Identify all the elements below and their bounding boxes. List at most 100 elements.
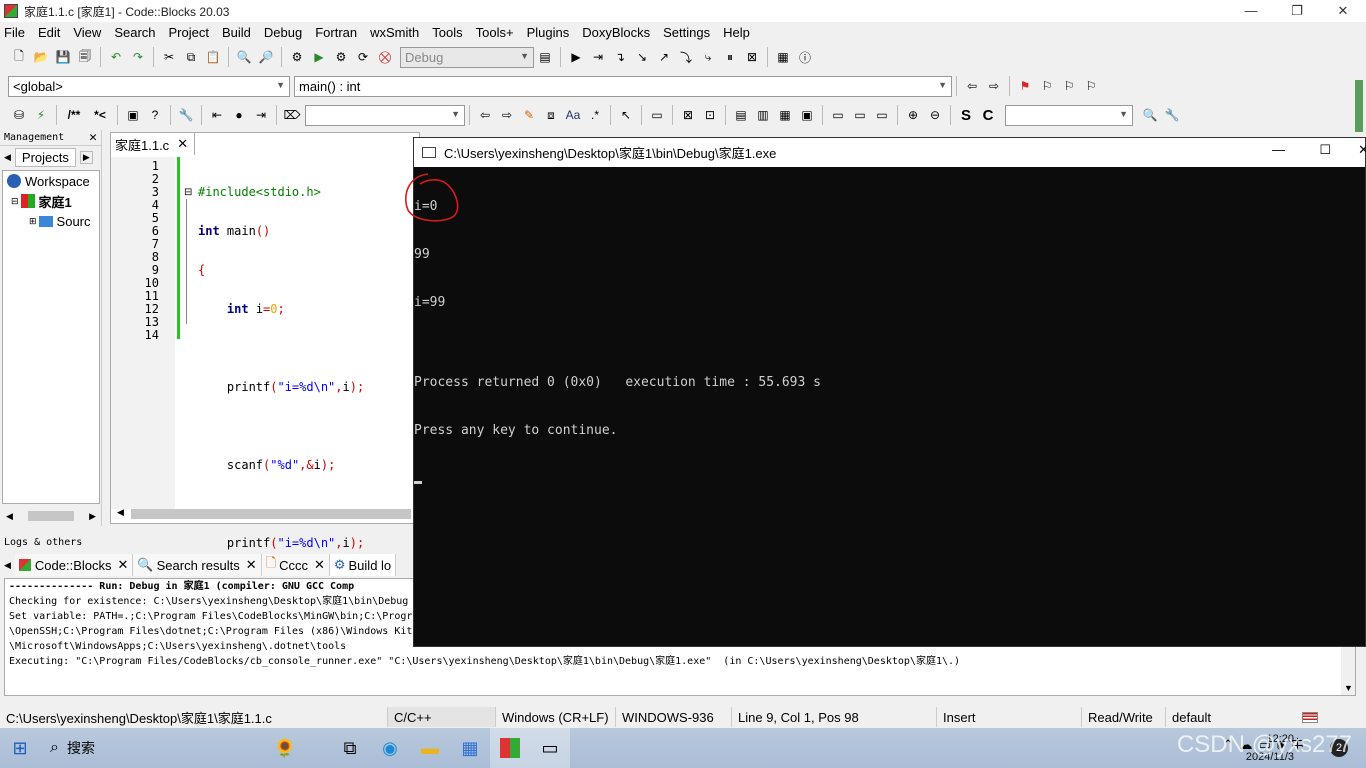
regex-icon[interactable]: .* bbox=[586, 106, 604, 124]
new-file-icon[interactable]: 🗋 bbox=[10, 48, 28, 66]
console-window[interactable]: C:\Users\yexinsheng\Desktop\家庭1\bin\Debu… bbox=[404, 137, 1366, 647]
prev-icon[interactable]: ⇤ bbox=[208, 106, 226, 124]
shape-b-icon[interactable]: ⊡ bbox=[701, 106, 719, 124]
line-comment-icon[interactable]: *< bbox=[89, 106, 111, 124]
doxywizard-icon[interactable]: ▣ bbox=[124, 106, 142, 124]
symbol-combo[interactable]: ▼ bbox=[1005, 104, 1133, 126]
prev-bookmark-icon[interactable]: ⚐ bbox=[1038, 77, 1056, 95]
close-panel-icon[interactable]: ✕ bbox=[89, 130, 97, 146]
arrow-right-icon[interactable]: ⇨ bbox=[498, 106, 516, 124]
menu-search[interactable]: Search bbox=[114, 25, 155, 40]
shape-h-icon[interactable]: ▭ bbox=[851, 106, 869, 124]
toggle-bookmark-icon[interactable]: ⚑ bbox=[1016, 77, 1034, 95]
clear-bookmarks-icon[interactable]: ⚐ bbox=[1082, 77, 1100, 95]
build-run-icon[interactable]: ⚙ bbox=[332, 48, 350, 66]
menu-file[interactable]: File bbox=[4, 25, 25, 40]
arrow-left-icon[interactable]: ⇦ bbox=[476, 106, 494, 124]
next-icon[interactable]: ⇥ bbox=[252, 106, 270, 124]
shape-i-icon[interactable]: ▭ bbox=[873, 106, 891, 124]
highlight-icon[interactable]: ✎ bbox=[520, 106, 538, 124]
tree-project[interactable]: ⊟ 家庭1 bbox=[3, 191, 99, 211]
rect-icon[interactable]: ▭ bbox=[648, 106, 666, 124]
function-select[interactable]: main() : int ▼ bbox=[294, 75, 952, 97]
scroll-thumb[interactable] bbox=[131, 509, 411, 519]
redo-icon[interactable]: ↷ bbox=[129, 48, 147, 66]
minimize-button[interactable]: — bbox=[1228, 0, 1274, 22]
run-icon[interactable]: ▶ bbox=[310, 48, 328, 66]
cut-icon[interactable]: ✂ bbox=[160, 48, 178, 66]
step-instruction-icon[interactable]: ⤷ bbox=[699, 48, 717, 66]
tree-sources[interactable]: ⊞ Sourc bbox=[3, 211, 99, 231]
undo-icon[interactable]: ↶ bbox=[107, 48, 125, 66]
doc-comment-icon[interactable]: /** bbox=[63, 106, 85, 124]
shape-e-icon[interactable]: ▦ bbox=[776, 106, 794, 124]
tab-cccc[interactable]: 🗋 Cccc ✕ bbox=[261, 554, 330, 576]
console-minimize-button[interactable]: — bbox=[1272, 142, 1285, 157]
zoom-in-icon[interactable]: ⊕ bbox=[904, 106, 922, 124]
selected-icon[interactable]: ⧈ bbox=[542, 106, 560, 124]
match-case-icon[interactable]: Aa bbox=[564, 106, 582, 124]
search-combo[interactable]: ▼ bbox=[305, 104, 465, 126]
scroll-left-icon[interactable]: ◀ bbox=[117, 507, 124, 517]
task-view-icon[interactable]: ⧉ bbox=[330, 728, 370, 768]
close-tab-icon[interactable]: ✕ bbox=[314, 557, 325, 573]
menu-debug[interactable]: Debug bbox=[264, 25, 302, 40]
scope-select[interactable]: <global> ▼ bbox=[8, 75, 290, 97]
store-icon[interactable]: ▦ bbox=[450, 728, 490, 768]
run-search-icon[interactable]: ⚡ bbox=[32, 106, 50, 124]
zoom-out-icon[interactable]: ⊖ bbox=[926, 106, 944, 124]
editor-tab[interactable]: 家庭1.1.c ✕ bbox=[111, 133, 195, 155]
next-instruction-icon[interactable]: ⤵ bbox=[677, 48, 695, 66]
close-button[interactable]: ✕ bbox=[1320, 0, 1366, 22]
target-options-icon[interactable]: ▤ bbox=[536, 48, 554, 66]
maximize-button[interactable]: ❐ bbox=[1274, 0, 1320, 22]
widgets-icon[interactable]: 🌻 bbox=[240, 728, 330, 768]
editor-hscrollbar[interactable]: ◀ bbox=[113, 507, 413, 521]
close-tab-icon[interactable]: ✕ bbox=[177, 136, 188, 152]
build-icon[interactable]: ⚙ bbox=[288, 48, 306, 66]
save-all-icon[interactable]: 🗐 bbox=[76, 48, 94, 66]
tabs-left-icon[interactable]: ◀ bbox=[0, 560, 15, 571]
tab-scroll-right-icon[interactable]: ▶ bbox=[79, 150, 93, 164]
next-line-icon[interactable]: ↴ bbox=[611, 48, 629, 66]
search-icon[interactable]: 🔍 bbox=[1141, 106, 1159, 124]
tab-search-results[interactable]: 🔍 Search results ✕ bbox=[133, 554, 262, 576]
collapse-icon[interactable]: ⊟ bbox=[11, 196, 19, 207]
tab-codeblocks-log[interactable]: Code::Blocks ✕ bbox=[14, 554, 134, 576]
shape-a-icon[interactable]: ⊠ bbox=[679, 106, 697, 124]
info-icon[interactable]: ⓘ bbox=[796, 48, 814, 66]
start-button[interactable]: ⊞ bbox=[0, 728, 40, 768]
step-into-icon[interactable]: ↘ bbox=[633, 48, 651, 66]
codeblocks-taskbar-icon[interactable] bbox=[490, 728, 530, 768]
copy-icon[interactable]: ⧉ bbox=[182, 48, 200, 66]
shape-d-icon[interactable]: ▥ bbox=[754, 106, 772, 124]
shape-f-icon[interactable]: ▣ bbox=[798, 106, 816, 124]
window-scrollbar[interactable] bbox=[1355, 80, 1363, 132]
rebuild-icon[interactable]: ⟳ bbox=[354, 48, 372, 66]
tab-projects[interactable]: Projects bbox=[14, 147, 76, 167]
jump-back-icon[interactable]: ⇦ bbox=[963, 77, 981, 95]
menu-help[interactable]: Help bbox=[723, 25, 750, 40]
shape-c-icon[interactable]: ▤ bbox=[732, 106, 750, 124]
jump-forward-icon[interactable]: ⇨ bbox=[985, 77, 1003, 95]
find-icon[interactable]: 🔍 bbox=[235, 48, 253, 66]
console-maximize-button[interactable]: ☐ bbox=[1319, 142, 1331, 158]
menu-tools-plus[interactable]: Tools+ bbox=[476, 25, 514, 40]
menu-project[interactable]: Project bbox=[169, 25, 209, 40]
settings-wrench-icon[interactable]: 🔧 bbox=[1163, 106, 1181, 124]
scroll-thumb[interactable] bbox=[28, 511, 74, 521]
s-icon[interactable]: S bbox=[957, 106, 975, 124]
tag-icon[interactable]: ⌦ bbox=[283, 106, 301, 124]
menu-build[interactable]: Build bbox=[222, 25, 251, 40]
paste-icon[interactable]: 📋 bbox=[204, 48, 222, 66]
scroll-right-icon[interactable]: ▶ bbox=[89, 511, 96, 522]
menu-fortran[interactable]: Fortran bbox=[315, 25, 357, 40]
menu-view[interactable]: View bbox=[73, 25, 101, 40]
abort-icon[interactable]: ⛒ bbox=[376, 48, 394, 66]
tab-scroll-left-icon[interactable]: ◀ bbox=[4, 152, 11, 163]
save-icon[interactable]: 💾 bbox=[54, 48, 72, 66]
help-icon[interactable]: ? bbox=[146, 106, 164, 124]
shape-g-icon[interactable]: ▭ bbox=[829, 106, 847, 124]
fold-marker-icon[interactable]: ⊟ bbox=[184, 187, 192, 198]
pause-icon[interactable]: ⏸ bbox=[721, 48, 739, 66]
